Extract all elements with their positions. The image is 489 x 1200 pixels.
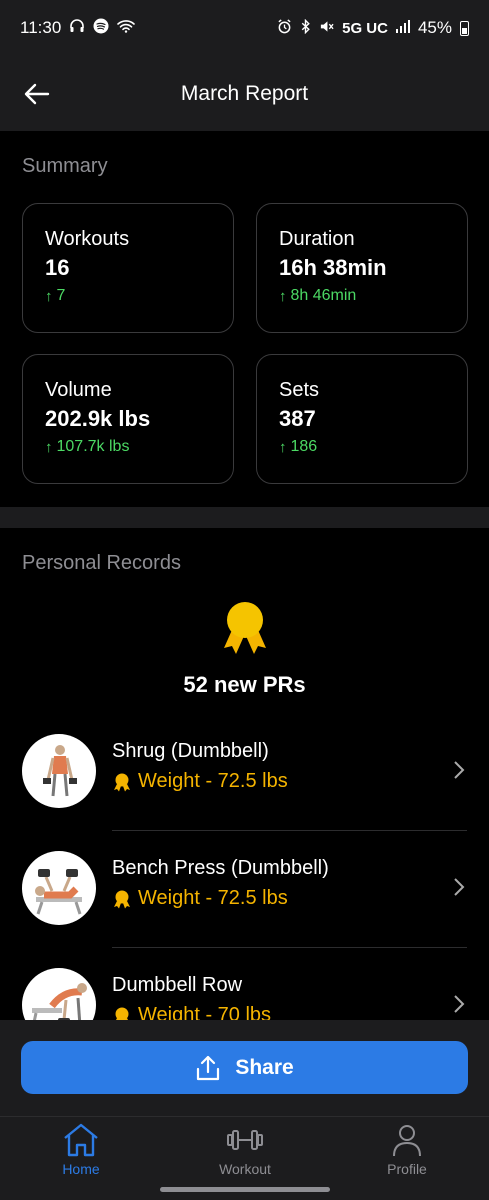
card-value: 202.9k lbs bbox=[45, 406, 151, 431]
exercise-name: Bench Press (Dumbbell) bbox=[112, 857, 329, 879]
section-divider bbox=[0, 507, 489, 528]
card-label: Workouts bbox=[45, 228, 130, 250]
headphones-icon bbox=[69, 18, 85, 38]
share-area: Share bbox=[0, 1020, 489, 1116]
signal-icon bbox=[395, 19, 410, 37]
card-delta: ↑ 107.7k lbs bbox=[45, 438, 211, 456]
share-label: Share bbox=[235, 1055, 294, 1079]
dumbbell-icon bbox=[227, 1130, 263, 1150]
home-indicator bbox=[160, 1187, 330, 1192]
nav-workout[interactable]: Workout bbox=[185, 1123, 305, 1177]
nav-label: Profile bbox=[387, 1161, 427, 1177]
bluetooth-icon bbox=[300, 18, 311, 38]
volume-card: Volume 202.9k lbs ↑ 107.7k lbs bbox=[22, 354, 234, 484]
nav-label: Workout bbox=[219, 1161, 271, 1177]
pr-list-item[interactable]: Bench Press (Dumbbell) Weight - 72.5 lbs bbox=[0, 831, 489, 948]
page-title: March Report bbox=[180, 81, 309, 105]
card-label: Sets bbox=[279, 379, 320, 401]
personal-records-section: Personal Records 52 new PRs Shrug (Dumbb… bbox=[0, 528, 489, 1042]
arrow-up-icon: ↑ bbox=[45, 287, 53, 305]
card-label: Volume bbox=[45, 379, 112, 401]
nav-profile[interactable]: Profile bbox=[347, 1123, 467, 1177]
battery-percent: 45% bbox=[417, 18, 452, 37]
status-left: 11:30 bbox=[20, 18, 136, 38]
summary-section: Summary Workouts 16 ↑ 7 Duration 16h 38m… bbox=[0, 131, 489, 507]
wifi-icon bbox=[117, 19, 136, 37]
status-time: 11:30 bbox=[20, 18, 62, 37]
sets-card: Sets 387 ↑ 186 bbox=[256, 354, 468, 484]
medal-icon bbox=[224, 602, 266, 654]
summary-label: Summary bbox=[22, 155, 108, 177]
person-icon bbox=[393, 1125, 421, 1157]
app-header: March Report bbox=[0, 56, 489, 131]
card-value: 387 bbox=[279, 406, 316, 431]
card-label: Duration bbox=[279, 228, 355, 250]
card-value: 16h 38min bbox=[279, 255, 387, 280]
exercise-name: Shrug (Dumbbell) bbox=[112, 740, 269, 762]
chevron-right-icon bbox=[454, 878, 465, 896]
card-delta: ↑ 7 bbox=[45, 287, 211, 305]
duration-card: Duration 16h 38min ↑ 8h 46min bbox=[256, 203, 468, 333]
pr-detail-text: Weight - 72.5 lbs bbox=[138, 887, 288, 909]
battery-icon bbox=[460, 20, 469, 36]
medal-icon bbox=[114, 773, 130, 791]
status-right: 5G UC 45% bbox=[277, 18, 469, 38]
home-icon bbox=[64, 1123, 98, 1157]
arrow-up-icon: ↑ bbox=[45, 438, 53, 456]
chevron-right-icon bbox=[454, 761, 465, 779]
share-icon bbox=[197, 1055, 220, 1080]
card-delta: ↑ 8h 46min bbox=[279, 287, 445, 305]
exercise-thumbnail bbox=[22, 851, 96, 925]
nav-label: Home bbox=[62, 1161, 100, 1177]
arrow-up-icon: ↑ bbox=[279, 287, 287, 305]
nav-home[interactable]: Home bbox=[21, 1123, 141, 1177]
workouts-card: Workouts 16 ↑ 7 bbox=[22, 203, 234, 333]
alarm-icon bbox=[277, 18, 292, 38]
pr-label: Personal Records bbox=[22, 552, 181, 574]
back-arrow-icon bbox=[24, 83, 50, 104]
share-button[interactable]: Share bbox=[21, 1041, 468, 1094]
pr-detail-text: Weight - 72.5 lbs bbox=[138, 770, 288, 792]
pr-list-item[interactable]: Shrug (Dumbbell) Weight - 72.5 lbs bbox=[0, 714, 489, 831]
arrow-up-icon: ↑ bbox=[279, 438, 287, 456]
card-delta: ↑ 186 bbox=[279, 438, 445, 456]
card-delta-value: 186 bbox=[290, 438, 318, 455]
card-delta-value: 7 bbox=[56, 287, 66, 304]
card-value: 16 bbox=[45, 255, 70, 280]
pr-detail: Weight - 72.5 lbs bbox=[112, 887, 288, 910]
pr-count: 52 new PRs bbox=[183, 672, 306, 697]
card-delta-value: 8h 46min bbox=[290, 287, 357, 304]
mute-icon bbox=[319, 19, 334, 38]
status-bar: 11:30 5G UC 45% bbox=[0, 0, 489, 56]
exercise-thumbnail bbox=[22, 734, 96, 808]
medal-icon bbox=[114, 890, 130, 908]
card-delta-value: 107.7k lbs bbox=[56, 438, 130, 455]
exercise-name: Dumbbell Row bbox=[112, 974, 243, 996]
pr-detail: Weight - 72.5 lbs bbox=[112, 770, 288, 793]
spotify-icon bbox=[93, 18, 109, 38]
chevron-right-icon bbox=[454, 995, 465, 1013]
network-label: 5G UC bbox=[342, 19, 388, 37]
back-button[interactable] bbox=[22, 79, 52, 109]
